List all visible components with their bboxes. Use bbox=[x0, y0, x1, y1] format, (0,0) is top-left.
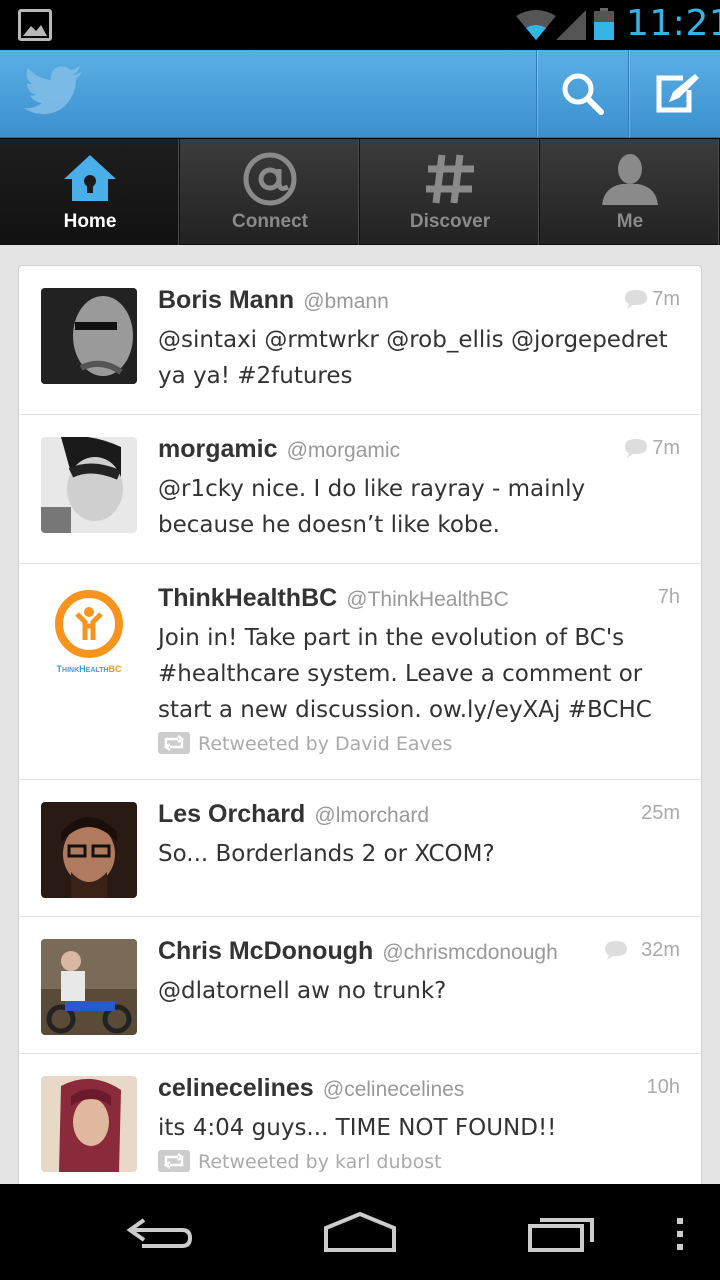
thinkhealthbc-logo: THINKHEALTHBC bbox=[55, 590, 123, 674]
tab-label: Connect bbox=[232, 211, 308, 232]
tweet-author-name[interactable]: Les Orchard bbox=[158, 800, 305, 828]
tab-discover[interactable]: Discover bbox=[360, 139, 540, 245]
home-icon[interactable] bbox=[322, 1212, 398, 1252]
tweet-author-name[interactable]: celinecelines bbox=[158, 1074, 314, 1102]
compose-icon bbox=[656, 74, 699, 113]
status-bar: 11:21 bbox=[0, 0, 720, 50]
retweet-icon bbox=[158, 1150, 190, 1172]
retweet-attribution: Retweeted by karl dubost bbox=[158, 1150, 442, 1173]
tweet-item[interactable]: celinecelines @celinecelines 10h its 4:0… bbox=[20, 1054, 700, 1184]
battery-icon bbox=[594, 8, 614, 40]
tab-label: Home bbox=[63, 211, 117, 232]
tweet-timestamp: 7h bbox=[657, 586, 680, 608]
tweet-header: celinecelines @celinecelines 10h bbox=[158, 1074, 680, 1106]
tab-connect[interactable]: Connect bbox=[180, 139, 360, 245]
retweeted-by-text: Retweeted by David Eaves bbox=[198, 733, 453, 755]
tweet-item[interactable]: Boris Mann @bmann 7m @sintaxi @rmtwrkr @… bbox=[20, 266, 700, 415]
tweet-header: Boris Mann @bmann 7m bbox=[158, 286, 680, 318]
system-nav-bar bbox=[0, 1184, 720, 1280]
tweet-text: So... Borderlands 2 or XCOM? bbox=[158, 841, 495, 867]
tweet-text: @dlatornell aw no trunk? bbox=[158, 978, 447, 1004]
tweet-list: Boris Mann @bmann 7m @sintaxi @rmtwrkr @… bbox=[18, 265, 702, 1184]
tweet-timestamp: 7m bbox=[652, 288, 680, 310]
tweet-header: ThinkHealthBC @ThinkHealthBC 7h bbox=[158, 584, 680, 616]
tab-home[interactable]: Home bbox=[0, 139, 180, 245]
tweet-author-handle: @celinecelines bbox=[322, 1078, 465, 1101]
action-bar bbox=[0, 50, 720, 138]
tweet-timestamp: 10h bbox=[646, 1076, 680, 1098]
tweet-author-handle: @lmorchard bbox=[314, 804, 430, 827]
gallery-notification-icon bbox=[18, 9, 52, 41]
tweet-text: its 4:04 guys... TIME NOT FOUND!! bbox=[158, 1115, 557, 1141]
avatar[interactable] bbox=[41, 939, 137, 1035]
search-button[interactable] bbox=[536, 50, 628, 138]
tweet-timestamp: 32m bbox=[641, 939, 680, 961]
avatar[interactable] bbox=[41, 288, 137, 384]
tweet-text: @r1cky nice. I do like rayray - mainly b… bbox=[158, 476, 586, 538]
avatar[interactable] bbox=[41, 802, 137, 898]
tweet-author-name[interactable]: Chris McDonough bbox=[158, 937, 373, 965]
person-icon bbox=[602, 154, 658, 205]
tweet-item[interactable]: Chris McDonough @chrismcdonough 32m @dla… bbox=[20, 917, 700, 1054]
recent-apps-icon[interactable] bbox=[526, 1212, 598, 1252]
tweet-item[interactable]: THINKHEALTHBC ThinkHealthBC @ThinkHealth… bbox=[20, 564, 700, 780]
reply-bubble-icon bbox=[605, 941, 627, 960]
tab-label: Me bbox=[616, 211, 644, 232]
retweeted-by-text: Retweeted by karl dubost bbox=[198, 1151, 442, 1173]
home-icon bbox=[64, 155, 116, 201]
tweet-item[interactable]: morgamic @morgamic 7m @r1cky nice. I do … bbox=[20, 415, 700, 564]
reply-bubble-icon bbox=[625, 439, 647, 458]
tab-bar: Home Connect Discover Me bbox=[0, 139, 720, 245]
wifi-icon bbox=[516, 10, 556, 40]
tweet-author-handle: @morgamic bbox=[286, 439, 401, 462]
compose-button[interactable] bbox=[628, 50, 720, 138]
search-icon bbox=[562, 73, 604, 115]
retweet-icon bbox=[158, 732, 190, 754]
tweet-timestamp: 25m bbox=[641, 802, 680, 824]
tweet-text: Join in! Take part in the evolution of B… bbox=[158, 625, 652, 723]
tab-me[interactable]: Me bbox=[540, 139, 720, 245]
twitter-bird-icon[interactable] bbox=[24, 66, 84, 116]
retweet-attribution: Retweeted by David Eaves bbox=[158, 732, 452, 755]
tweet-author-handle: @ThinkHealthBC bbox=[346, 588, 509, 611]
reply-bubble-icon bbox=[625, 290, 647, 309]
hash-icon bbox=[426, 154, 474, 204]
svg-text:THINKHEALTHBC: THINKHEALTHBC bbox=[57, 664, 122, 674]
signal-icon bbox=[556, 10, 586, 40]
clock: 11:21 bbox=[626, 3, 720, 44]
at-icon bbox=[243, 152, 297, 206]
tweet-author-name[interactable]: ThinkHealthBC bbox=[158, 584, 337, 612]
tab-label: Discover bbox=[409, 211, 491, 232]
menu-icon[interactable] bbox=[674, 1218, 686, 1250]
tweet-author-handle: @bmann bbox=[303, 290, 389, 313]
tweet-author-name[interactable]: morgamic bbox=[158, 435, 277, 463]
tweet-author-handle: @chrismcdonough bbox=[382, 941, 558, 964]
tweet-item[interactable]: Les Orchard @lmorchard 25m So... Borderl… bbox=[20, 780, 700, 917]
avatar[interactable] bbox=[41, 437, 137, 533]
tweet-header: Les Orchard @lmorchard 25m bbox=[158, 800, 680, 832]
tweet-timestamp: 7m bbox=[652, 437, 680, 459]
tweet-header: Chris McDonough @chrismcdonough 32m bbox=[158, 937, 680, 969]
back-icon[interactable] bbox=[124, 1212, 196, 1252]
timeline[interactable]: Boris Mann @bmann 7m @sintaxi @rmtwrkr @… bbox=[0, 245, 720, 1184]
avatar[interactable]: THINKHEALTHBC bbox=[41, 586, 137, 682]
tweet-author-name[interactable]: Boris Mann bbox=[158, 286, 294, 314]
tweet-text: @sintaxi @rmtwrkr @rob_ellis @jorgepedre… bbox=[158, 327, 668, 389]
tweet-header: morgamic @morgamic 7m bbox=[158, 435, 680, 467]
avatar[interactable] bbox=[41, 1076, 137, 1172]
